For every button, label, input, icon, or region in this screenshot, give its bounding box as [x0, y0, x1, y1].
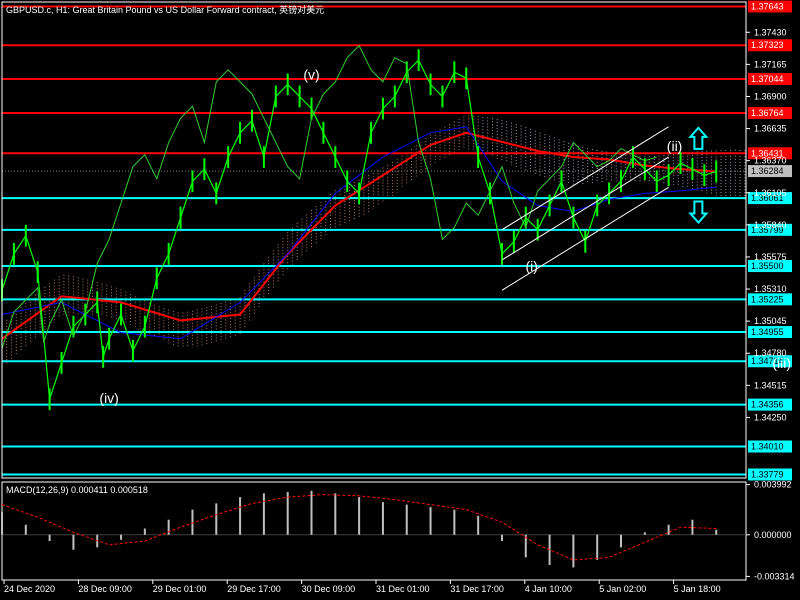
price-tick-label: 1.35840 [754, 220, 787, 230]
macd-tick-label: -0.003314 [754, 571, 795, 581]
price-tick-label: 1.34515 [754, 380, 787, 390]
time-tick-label: 30 Dec 09:00 [302, 584, 356, 594]
level-tag-label: 1.34955 [751, 327, 784, 337]
macd-tick-label: 0.000000 [754, 530, 792, 540]
channel-upper-line [501, 126, 669, 231]
wave-label: (i) [526, 258, 538, 274]
price-tick-label: 1.35310 [754, 284, 787, 294]
price-tick-label: 1.36900 [754, 91, 787, 101]
macd-panel-frame [1, 481, 747, 581]
time-tick-label: 5 Jan 02:00 [599, 584, 646, 594]
price-tick-label: 1.35045 [754, 316, 787, 326]
wave-label: (iv) [99, 390, 118, 406]
price-tick-label: 1.37165 [754, 59, 787, 69]
price-tick-label: 1.36105 [754, 188, 787, 198]
level-tag-label: 1.33779 [751, 469, 784, 479]
indicator-lines [1, 126, 717, 340]
time-tick-label: 29 Dec 01:00 [153, 584, 207, 594]
level-tag-label: 1.36764 [751, 108, 784, 118]
level-tag-label: 1.34010 [751, 442, 784, 452]
horizontal-levels: 1.376431.373231.370441.367641.364311.360… [2, 0, 792, 481]
time-tick-label: 4 Jan 10:00 [525, 584, 572, 594]
chart-title: GBPUSD.c, H1: Great Britain Pound vs US … [6, 5, 325, 15]
macd-tick-label: 0.003992 [754, 480, 792, 490]
price-tick-label: 1.35575 [754, 252, 787, 262]
level-tag-label: 1.35500 [751, 261, 784, 271]
price-tick-label: 1.34780 [754, 348, 787, 358]
level-tag-label: 1.37323 [751, 40, 784, 50]
level-tag-label: 1.37044 [751, 74, 784, 84]
price-chart-canvas[interactable]: 1.376431.373231.370441.367641.364311.360… [0, 0, 800, 600]
price-tick-label: 1.34250 [754, 412, 787, 422]
price-line [1, 44, 718, 411]
time-tick-label: 5 Jan 18:00 [674, 584, 721, 594]
time-axis: 24 Dec 2020 28 Dec 09:00 29 Dec 01:00 29 De… [3, 580, 721, 594]
chart-window[interactable]: 1.37643 1.37323 1.37044 1.36764 1.36431 1.360… [0, 0, 800, 600]
arrow-up-icon [688, 126, 709, 150]
level-tag-label: 1.37643 [751, 1, 784, 11]
level-tag-label: 1.35225 [751, 294, 784, 304]
time-tick-label: 28 Dec 09:00 [78, 584, 132, 594]
channel-lower-line [501, 186, 669, 291]
macd-title: MACD(12,26,9) 0.000411 0.000518 [6, 485, 148, 495]
wave-label: (v) [303, 67, 319, 83]
level-tag-label: 1.34356 [751, 400, 784, 410]
time-tick-label: 29 Dec 17:00 [227, 584, 281, 594]
wave-labels: (v)(ii)(i)(iv)(iv)(iii) [99, 67, 791, 406]
arrow-down-icon [688, 200, 709, 225]
lagging-line [1, 44, 657, 349]
time-tick-label: 31 Dec 01:00 [376, 584, 430, 594]
price-tick-label: 1.37430 [754, 27, 787, 37]
time-tick-label: 24 Dec 2020 [4, 584, 55, 594]
time-tick-label: 31 Dec 17:00 [450, 584, 504, 594]
current-price-label: 1.36284 [751, 166, 784, 176]
price-tick-label: 1.36635 [754, 124, 787, 134]
price-tick-label: 1.36370 [754, 156, 787, 166]
wave-label: (ii) [667, 138, 683, 154]
